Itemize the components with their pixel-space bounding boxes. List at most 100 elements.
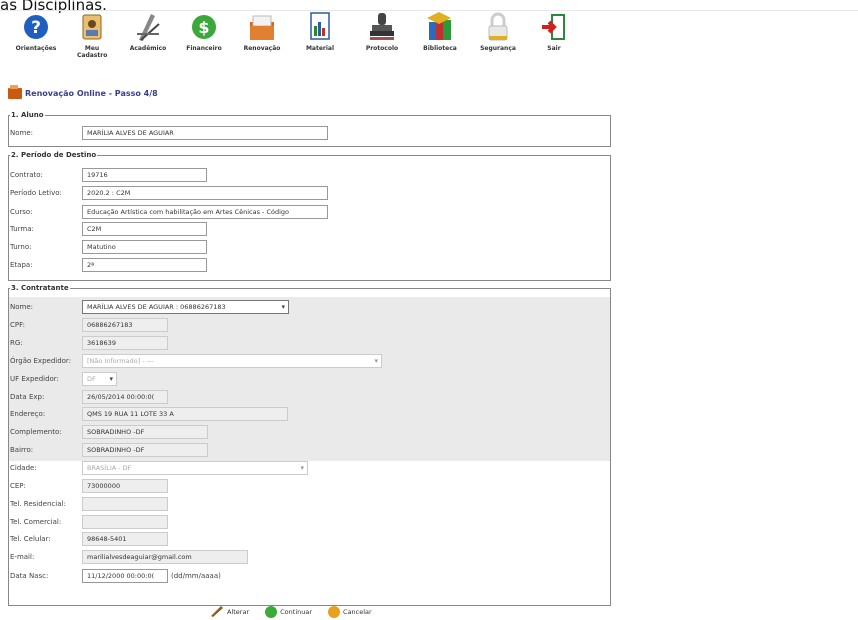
- rg-input[interactable]: 3618639: [82, 336, 168, 350]
- orgao-row: Órgão Expedidor: [Não Informado] - --- ▾: [10, 354, 382, 368]
- periodo-legend: 2. Período de Destino: [11, 151, 97, 159]
- uf-select[interactable]: DF ▾: [82, 372, 117, 386]
- toolbar-academico[interactable]: Acadêmico: [120, 10, 176, 52]
- toolbar-biblioteca[interactable]: Biblioteca: [412, 10, 468, 52]
- data-exp-input[interactable]: 26/05/2014 00:00:0(: [82, 390, 168, 404]
- contrato-input[interactable]: 19716: [82, 168, 207, 182]
- cancel-circle-icon: [328, 606, 341, 618]
- chevron-down-icon: ▾: [109, 375, 113, 383]
- cidade-row: Cidade: BRASÍLIA - DF ▾: [10, 461, 308, 475]
- rg-label: RG:: [10, 339, 23, 347]
- dollar-icon: $: [189, 10, 219, 44]
- toolbar-seguranca[interactable]: Segurança: [470, 10, 526, 52]
- toolbar-meu-cadastro[interactable]: Meu Cadastro: [64, 10, 120, 59]
- tel-cel-input[interactable]: 98648-5401: [82, 532, 168, 546]
- nome-label: Nome:: [10, 129, 34, 137]
- tel-res-row: Tel. Residencial:: [10, 497, 168, 511]
- date-format-hint: (dd/mm/aaaa): [171, 572, 221, 580]
- lock-icon: [483, 10, 513, 44]
- renewal-folder-icon: [8, 85, 22, 99]
- page-title: Renovação Online - Passo 4/8: [25, 89, 158, 98]
- data-nasc-label: Data Nasc:: [10, 572, 49, 580]
- periodo-letivo-input[interactable]: 2020.2 : C2M: [82, 186, 328, 200]
- toolbar-label: Meu Cadastro: [77, 45, 108, 59]
- pencil-icon: [210, 605, 224, 619]
- data-nasc-input[interactable]: 11/12/2000 00:00:0(: [82, 569, 168, 583]
- rg-row: RG: 3618639: [10, 336, 168, 350]
- toolbar-label: Renovação: [243, 45, 281, 52]
- contratante-nome-row: Nome: MARÍLIA ALVES DE AGUIAR : 06886267…: [10, 300, 289, 314]
- toolbar-sair[interactable]: Sair: [526, 10, 582, 52]
- report-icon: [305, 10, 335, 44]
- main-toolbar: ? Orientações Meu Cadastro Acadêmico $ F…: [8, 10, 588, 66]
- orgao-label: Órgão Expedidor:: [10, 357, 72, 365]
- alterar-button[interactable]: Alterar: [210, 605, 249, 619]
- tel-res-label: Tel. Residencial:: [10, 500, 66, 508]
- exit-door-icon: [539, 10, 569, 44]
- drafting-tools-icon: [133, 10, 163, 44]
- toolbar-label: Segurança: [480, 45, 516, 52]
- cpf-label: CPF:: [10, 321, 25, 329]
- orgao-select[interactable]: [Não Informado] - --- ▾: [82, 354, 382, 368]
- turma-label: Turma:: [10, 225, 34, 233]
- chevron-down-icon: ▾: [281, 303, 285, 311]
- action-buttons: Alterar Continuar Cancelar: [210, 605, 372, 619]
- tel-com-label: Tel. Comercial:: [10, 518, 62, 526]
- page-title-row: Renovação Online - Passo 4/8: [8, 85, 158, 99]
- tel-com-input[interactable]: [82, 515, 168, 529]
- tel-res-input[interactable]: [82, 497, 168, 511]
- data-nasc-row: Data Nasc: 11/12/2000 00:00:0( (dd/mm/aa…: [10, 569, 221, 583]
- uf-value: DF: [87, 375, 96, 383]
- email-input[interactable]: marilialvesdeaguiar@gmail.com: [82, 550, 248, 564]
- bairro-input[interactable]: SOBRADINHO -DF: [82, 443, 208, 457]
- toolbar-protocolo[interactable]: Protocolo: [354, 10, 410, 52]
- cidade-label: Cidade:: [10, 464, 37, 472]
- tel-cel-row: Tel. Celular: 98648-5401: [10, 532, 168, 546]
- etapa-row: Etapa: 2ª: [10, 258, 207, 272]
- help-icon: ?: [21, 10, 51, 44]
- books-icon: [425, 10, 455, 44]
- toolbar-material[interactable]: Material: [292, 10, 348, 52]
- endereco-row: Endereço: QMS 19 RUA 11 LOTE 33 A: [10, 407, 288, 421]
- toolbar-label: Biblioteca: [423, 45, 457, 52]
- chevron-down-icon: ▾: [374, 357, 378, 365]
- endereco-input[interactable]: QMS 19 RUA 11 LOTE 33 A: [82, 407, 288, 421]
- periodo-letivo-label: Período Letivo:: [10, 189, 62, 197]
- bairro-label: Bairro:: [10, 446, 34, 454]
- toolbar-renovacao[interactable]: Renovação: [234, 10, 290, 52]
- cep-input[interactable]: 73000000: [82, 479, 168, 493]
- turno-label: Turno:: [10, 243, 32, 251]
- complemento-row: Complemento: SOBRADINHO -DF: [10, 425, 208, 439]
- etapa-label: Etapa:: [10, 261, 33, 269]
- turno-input[interactable]: Matutino: [82, 240, 207, 254]
- contratante-nome-select[interactable]: MARÍLIA ALVES DE AGUIAR : 06886267183 ▾: [82, 300, 289, 314]
- etapa-input[interactable]: 2ª: [82, 258, 207, 272]
- alterar-label: Alterar: [227, 608, 250, 616]
- complemento-label: Complemento:: [10, 428, 62, 436]
- cidade-select[interactable]: BRASÍLIA - DF ▾: [82, 461, 308, 475]
- toolbar-orientacoes[interactable]: ? Orientações: [8, 10, 64, 52]
- contratante-nome-label: Nome:: [10, 303, 34, 311]
- toolbar-label: Financeiro: [186, 45, 222, 52]
- curso-input[interactable]: Educação Artística com habilitação em Ar…: [82, 205, 328, 219]
- toolbar-label: Acadêmico: [129, 45, 167, 52]
- turma-input[interactable]: C2M: [82, 222, 207, 236]
- turma-row: Turma: C2M: [10, 222, 207, 236]
- toolbar-label: Protocolo: [365, 45, 399, 52]
- periodo-letivo-row: Período Letivo: 2020.2 : C2M: [10, 186, 328, 200]
- orgao-value: [Não Informado] - ---: [87, 357, 154, 365]
- cancelar-button[interactable]: Cancelar: [328, 605, 372, 619]
- continuar-button[interactable]: Continuar: [265, 605, 312, 619]
- contrato-row: Contrato: 19716: [10, 168, 207, 182]
- email-label: E-mail:: [10, 553, 35, 561]
- svg-text:?: ?: [31, 18, 41, 38]
- stamp-icon: [367, 10, 397, 44]
- chevron-down-icon: ▾: [300, 464, 304, 472]
- toolbar-financeiro[interactable]: $ Financeiro: [176, 10, 232, 52]
- data-exp-row: Data Exp: 26/05/2014 00:00:0(: [10, 390, 168, 404]
- complemento-input[interactable]: SOBRADINHO -DF: [82, 425, 208, 439]
- tel-com-row: Tel. Comercial:: [10, 515, 168, 529]
- curso-label: Curso:: [10, 208, 33, 216]
- cpf-input[interactable]: 06886267183: [82, 318, 168, 332]
- aluno-nome-input[interactable]: MARÍLIA ALVES DE AGUIAR: [82, 126, 328, 140]
